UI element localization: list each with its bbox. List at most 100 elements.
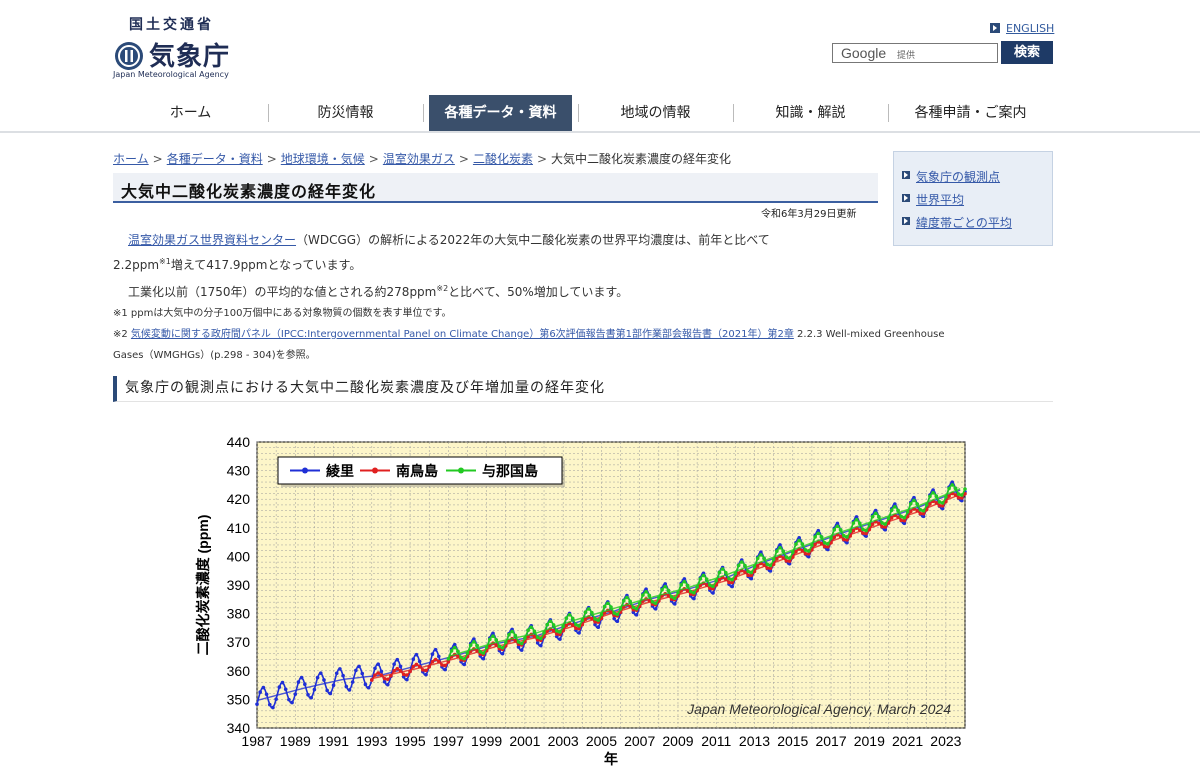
series-point-2 <box>861 531 865 535</box>
series-point-3 <box>771 557 776 562</box>
side-link-2[interactable]: 世界平均 <box>916 191 964 208</box>
series-point-1 <box>354 668 358 673</box>
breadcrumb-link-5[interactable]: 二酸化炭素 <box>473 152 533 166</box>
breadcrumb-separator-icon: > <box>458 152 469 166</box>
legend-dot-3 <box>458 467 464 474</box>
side-link-3[interactable]: 緯度帯ごとの平均 <box>916 214 1012 231</box>
arrow-icon <box>902 171 910 179</box>
wdcgg-link[interactable]: 温室効果ガス世界資料センター <box>128 233 296 247</box>
breadcrumb-link-4[interactable]: 温室効果ガス <box>383 152 455 166</box>
side-link-1[interactable]: 気象庁の観測点 <box>916 168 1000 185</box>
series-point-3 <box>784 555 789 559</box>
series-point-3 <box>529 625 534 630</box>
series-point-1 <box>596 625 601 630</box>
series-point-3 <box>596 618 601 622</box>
series-point-3 <box>928 494 932 499</box>
series-point-2 <box>877 521 881 526</box>
x-tick-label: 2015 <box>777 733 808 749</box>
series-point-3 <box>915 502 919 506</box>
series-point-2 <box>411 664 416 669</box>
series-point-2 <box>583 617 588 622</box>
paragraph-1-line2-text: 増えて417.9ppmとなっています。 <box>170 258 362 272</box>
series-point-3 <box>899 514 904 519</box>
ipcc-report-link[interactable]: 気候変動に関する政府間パネル（IPCC:Intergovernmental Pa… <box>131 329 794 340</box>
paragraph-2-text-b: と比べて、50%増加しています。 <box>448 285 629 299</box>
series-point-3 <box>539 636 543 641</box>
series-point-3 <box>692 590 696 595</box>
search-button[interactable]: 検索 <box>1001 41 1053 64</box>
series-point-2 <box>746 573 750 577</box>
series-point-3 <box>685 583 690 588</box>
nav-item-4[interactable]: 地域の情報 <box>578 95 733 131</box>
series-point-1 <box>331 683 336 688</box>
series-point-1 <box>749 576 754 581</box>
series-point-1 <box>328 691 333 696</box>
y-tick-label: 400 <box>227 548 251 564</box>
series-point-3 <box>580 618 585 623</box>
jma-logo[interactable]: 国土交通省 気象庁 Japan Meteorological Agency <box>113 14 243 84</box>
breadcrumb-separator-icon: > <box>536 152 548 166</box>
series-point-3 <box>459 655 463 660</box>
breadcrumb-link-1[interactable]: ホーム <box>113 152 149 166</box>
series-point-1 <box>462 662 467 667</box>
series-point-1 <box>293 692 298 696</box>
nav-item-5[interactable]: 知識・解説 <box>733 95 888 131</box>
series-point-3 <box>724 570 728 575</box>
series-point-3 <box>657 595 661 600</box>
series-point-2 <box>803 551 808 556</box>
series-point-3 <box>800 542 805 546</box>
series-point-1 <box>334 671 339 676</box>
search-input[interactable]: Google 提供 <box>832 43 998 63</box>
series-point-1 <box>318 671 323 675</box>
y-tick-label: 390 <box>227 577 251 593</box>
series-point-2 <box>908 509 913 514</box>
series-point-1 <box>615 619 620 624</box>
series-point-2 <box>373 673 377 677</box>
x-tick-label: 2023 <box>930 733 961 749</box>
x-tick-label: 1991 <box>318 733 349 749</box>
series-point-3 <box>513 633 518 638</box>
series-point-2 <box>424 668 428 673</box>
series-point-2 <box>395 666 400 671</box>
series-point-3 <box>462 656 467 661</box>
series-point-2 <box>784 559 789 563</box>
series-point-3 <box>653 601 658 606</box>
nav-item-6[interactable]: 各種申請・ご案内 <box>888 95 1053 131</box>
series-point-3 <box>842 533 846 538</box>
series-point-3 <box>586 607 591 611</box>
series-point-3 <box>905 510 910 514</box>
series-point-1 <box>436 654 441 659</box>
series-point-2 <box>443 663 447 668</box>
series-point-3 <box>848 529 852 533</box>
series-point-3 <box>826 542 830 546</box>
nav-item-3[interactable]: 各種データ・資料 <box>429 95 572 131</box>
nav-item-2[interactable]: 防災情報 <box>268 95 423 131</box>
series-point-2 <box>953 493 958 497</box>
english-link[interactable]: ENGLISH <box>990 22 1054 35</box>
series-point-1 <box>267 702 272 707</box>
series-point-3 <box>701 573 706 578</box>
breadcrumb-current: 大気中二酸化炭素濃度の経年変化 <box>551 152 732 166</box>
series-point-1 <box>411 657 416 662</box>
series-point-2 <box>724 577 728 582</box>
series-point-2 <box>857 528 862 532</box>
series-point-2 <box>851 528 856 533</box>
breadcrumb-link-2[interactable]: 各種データ・資料 <box>167 152 263 166</box>
nav-divider <box>0 131 1200 133</box>
series-point-1 <box>366 685 371 690</box>
series-point-3 <box>775 549 779 554</box>
series-point-1 <box>481 656 486 661</box>
nav-item-1[interactable]: ホーム <box>113 95 268 131</box>
series-point-2 <box>427 665 432 669</box>
breadcrumb-link-3[interactable]: 地球環境・気候 <box>281 152 365 166</box>
series-point-2 <box>762 563 766 567</box>
series-point-3 <box>896 508 900 513</box>
series-point-3 <box>516 640 521 644</box>
x-tick-label: 2019 <box>854 733 885 749</box>
series-point-1 <box>395 657 400 662</box>
legend-dot-1 <box>302 467 308 474</box>
series-point-3 <box>822 540 827 545</box>
series-point-1 <box>443 667 447 672</box>
series-point-3 <box>934 494 939 498</box>
series-point-1 <box>255 702 259 706</box>
